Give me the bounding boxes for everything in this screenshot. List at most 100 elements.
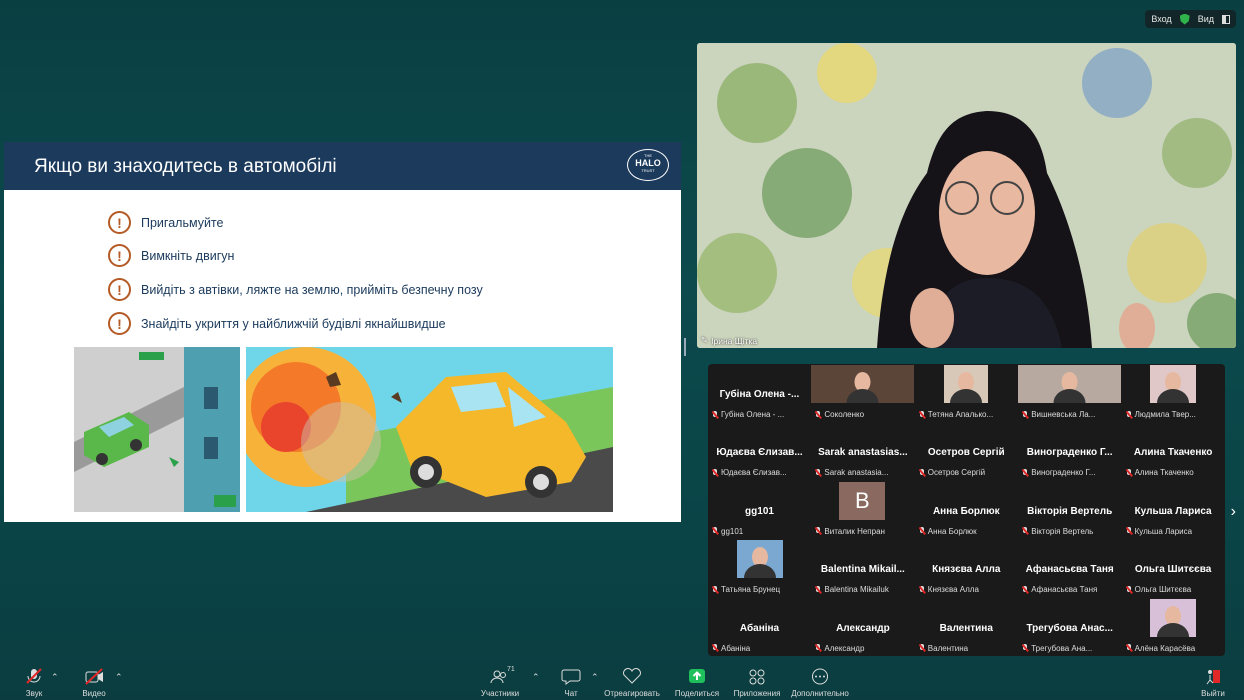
muted-mic-icon [1126,410,1132,419]
halo-trust-logo: THE HALO TRUST [627,149,669,181]
participant-tile[interactable]: Александр Александр [811,598,914,656]
share-screen-icon [686,668,708,685]
slide-title: Якщо ви знаходитесь в автомобілі [34,156,337,177]
participant-display-name: Вікторія Вертель [1027,505,1113,517]
participant-name-label: Вікторія Вертель [1022,527,1119,536]
participant-tile[interactable]: Алина Ткаченко Алина Ткаченко [1122,422,1225,480]
participant-name-label: Алёна Карасёва [1126,644,1223,653]
participant-tile[interactable]: Ольга Шитєєва Ольга Шитєєва [1122,539,1225,597]
participant-video [1150,598,1197,637]
participant-tile[interactable]: Людмила Твер... [1122,364,1225,422]
muted-mic-icon [1022,527,1028,535]
car-explosion-illustration [246,347,613,512]
participant-tile[interactable]: B Виталик Непран [811,481,914,539]
next-page-arrow-icon[interactable]: › [1231,503,1236,521]
participant-display-name: Ольга Шитєєва [1134,564,1212,576]
view-layout-icon[interactable] [1222,14,1230,24]
muted-mic-icon [1126,585,1132,594]
react-button[interactable]: Отреагировать [602,668,662,698]
participant-name-label: Соколенко [815,410,912,419]
exclamation-icon: ! [108,278,131,301]
participant-tile[interactable]: Абаніна Абаніна [708,598,811,656]
participant-video [736,540,783,579]
participant-tile[interactable]: Вікторія Вертель Вікторія Вертель [1018,481,1121,539]
participant-video [811,365,915,403]
participant-tile[interactable]: Анна Борлюк Анна Борлюк [915,481,1018,539]
participant-tile[interactable]: Юдаєва Єлизав... Юдаєва Єлизав... [708,422,811,480]
participant-tile[interactable]: Князєва Алла Князєва Алла [915,539,1018,597]
participant-tile[interactable]: Осетров Сергій Осетров Сергій [915,422,1018,480]
participants-icon: 71 [489,666,515,685]
muted-mic-icon [712,468,718,477]
enter-button[interactable]: Вход [1151,14,1171,24]
participant-tile[interactable]: Алёна Карасёва [1122,598,1225,656]
leave-icon [1202,668,1224,685]
shield-icon[interactable] [1179,13,1190,25]
muted-mic-icon [712,410,718,419]
participant-tile[interactable]: Губіна Олена -... Губіна Олена - ... [708,364,811,422]
muted-mic-icon [919,527,925,535]
muted-mic-icon [919,644,925,652]
participant-display-name: Афанасьєва Таня [1025,564,1114,576]
active-speaker-video[interactable]: ✎ Ірина Щітка [697,43,1236,348]
participant-tile[interactable]: Валентина Валентина [915,598,1018,656]
participant-display-name: Князєва Алла [932,564,1001,576]
participant-tile[interactable]: Вишневська Ла... [1018,364,1122,422]
top-right-bar: Вход Вид [1145,10,1236,28]
participant-video [1018,365,1122,403]
chat-icon [560,668,582,685]
muted-mic-icon [712,644,718,652]
participant-name-label: Татьяна Брунец [712,585,809,594]
participant-display-name: Винограденко Г... [1026,447,1113,459]
participant-name-label: Осетров Сергій [919,468,1016,477]
participant-name-label: Трегубова Ана... [1022,644,1119,653]
participant-name-label: Алина Ткаченко [1126,468,1223,477]
participant-name-label: Balentina Mikailuk [815,585,912,594]
muted-mic-icon [712,527,718,535]
muted-mic-icon [815,644,821,652]
participants-options-caret-icon[interactable]: ⌃ [532,672,540,683]
participant-name-label: Винограденко Г... [1022,468,1119,477]
muted-mic-icon [1022,585,1028,594]
muted-microphone-icon [23,668,45,685]
participant-tile[interactable]: Винограденко Г... Винограденко Г... [1018,422,1121,480]
video-options-caret-icon[interactable]: ⌃ [115,672,123,683]
leave-button[interactable]: Выйти [1183,668,1243,698]
muted-mic-icon [1022,410,1028,419]
more-button[interactable]: Дополнительно [790,668,850,698]
more-dots-icon [809,668,831,685]
participant-tile[interactable]: Татьяна Брунец [708,539,811,597]
muted-mic-icon [815,527,821,535]
slide-bullet: ! Вийдіть з автівки, ляжте на землю, прий… [108,278,483,301]
participant-name-label: Князєва Алла [919,585,1016,594]
muted-mic-icon [815,468,821,477]
participant-tile[interactable]: Афанасьєва Таня Афанасьєва Таня [1018,539,1121,597]
apps-button[interactable]: Приложения [727,668,787,698]
participant-tile[interactable]: gg101 gg101 [708,481,811,539]
participant-tile[interactable]: Тетяна Апалько... [915,364,1018,422]
muted-mic-icon [712,585,718,594]
participant-name-label: gg101 [712,527,809,536]
participant-display-name: Sarak anastasias... [818,447,908,459]
participant-tile[interactable]: Кульша Лариса Кульша Лариса [1122,481,1225,539]
participant-display-name: Александр [836,622,890,634]
participant-display-name: Кульша Лариса [1134,505,1212,517]
participant-tile[interactable]: Трегубова Анас... Трегубова Ана... [1018,598,1121,656]
participants-button[interactable]: 71 Участники [470,666,530,698]
panel-resize-handle[interactable] [684,338,686,356]
exclamation-icon: ! [108,211,131,234]
participant-tile[interactable]: Balentina Mikail... Balentina Mikailuk [811,539,914,597]
view-button[interactable]: Вид [1198,14,1214,24]
participant-name-label: Людмила Твер... [1126,410,1223,419]
participant-display-name: Юдаєва Єлизав... [716,447,803,459]
chat-options-caret-icon[interactable]: ⌃ [591,672,599,683]
participant-name-label: Тетяна Апалько... [919,410,1016,419]
participant-tile[interactable]: Sarak anastasias... Sarak anastasia... [811,422,914,480]
share-screen-button[interactable]: Поделиться [667,668,727,698]
participant-display-name: Анна Борлюк [932,505,1000,517]
participant-name-label: Губіна Олена - ... [712,410,809,419]
participant-display-name: gg101 [745,505,774,517]
participant-display-name: Трегубова Анас... [1026,622,1113,634]
participant-tile[interactable]: Соколенко [811,364,915,422]
audio-options-caret-icon[interactable]: ⌃ [51,672,59,683]
